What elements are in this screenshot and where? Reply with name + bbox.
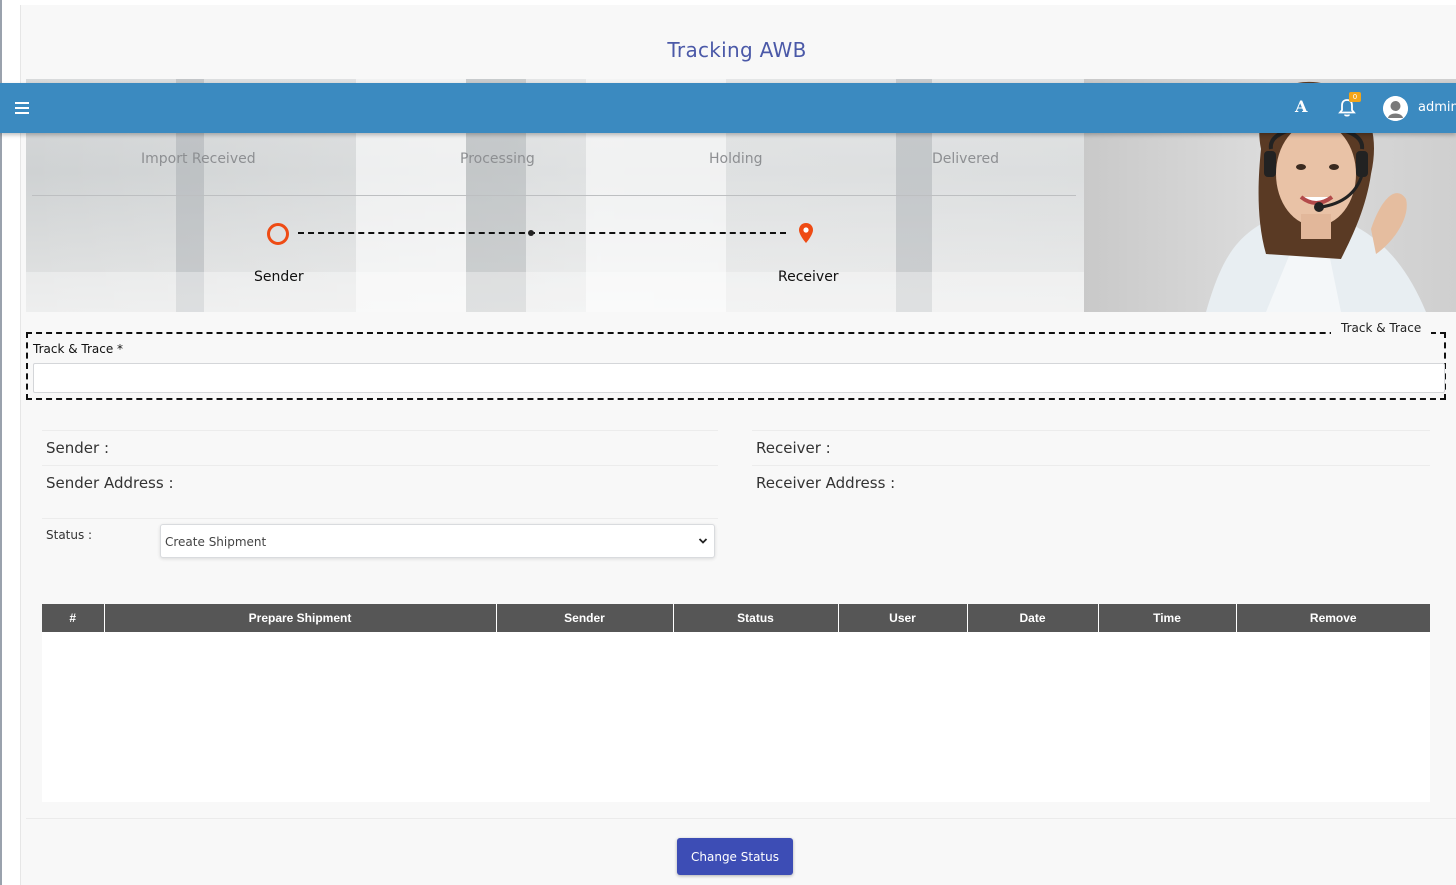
location-pin-icon xyxy=(799,223,813,243)
track-trace-input[interactable] xyxy=(33,363,1445,393)
receiver-label: Receiver xyxy=(778,269,839,285)
stage-import-received: Import Received xyxy=(141,151,256,167)
receiver-address-label: Receiver Address : xyxy=(756,474,896,492)
column-header-remove: Remove xyxy=(1236,604,1430,632)
top-navbar: A 0 admin xyxy=(0,83,1456,133)
receiver-field-label: Receiver : xyxy=(756,439,831,457)
footer-divider xyxy=(26,818,1456,819)
status-label: Status : xyxy=(46,528,93,542)
user-avatar-icon[interactable] xyxy=(1383,96,1408,121)
hamburger-menu-icon[interactable] xyxy=(15,101,29,115)
info-divider xyxy=(752,430,1430,431)
sender-label: Sender xyxy=(254,269,304,285)
route-progress-dot xyxy=(528,230,534,236)
column-header-index: # xyxy=(42,604,105,632)
info-divider xyxy=(42,518,718,519)
info-divider xyxy=(42,430,718,431)
font-size-icon[interactable]: A xyxy=(1295,97,1307,116)
column-header-date: Date xyxy=(967,604,1099,632)
column-header-user: User xyxy=(838,604,968,632)
status-selected-value: Create Shipment xyxy=(165,535,267,549)
stage-processing: Processing xyxy=(460,151,535,167)
chevron-down-icon xyxy=(698,538,708,544)
notification-count-badge: 0 xyxy=(1349,92,1361,102)
sender-marker-icon xyxy=(267,223,289,245)
shipment-history-table: # Prepare Shipment Sender Status User Da… xyxy=(42,604,1430,802)
page-title: Tracking AWB xyxy=(667,38,807,62)
column-header-time: Time xyxy=(1098,604,1237,632)
username-label[interactable]: admin xyxy=(1418,100,1456,115)
sender-address-label: Sender Address : xyxy=(46,474,174,492)
stage-delivered: Delivered xyxy=(932,151,1000,167)
track-trace-legend: Track & Trace xyxy=(1331,321,1432,335)
stage-divider xyxy=(32,195,1076,196)
column-header-sender: Sender xyxy=(496,604,674,632)
column-header-status: Status xyxy=(673,604,839,632)
column-header-prepare-shipment: Prepare Shipment xyxy=(104,604,497,632)
route-dashed-line xyxy=(298,232,786,234)
status-dropdown[interactable]: Create Shipment xyxy=(160,524,715,558)
info-divider xyxy=(752,465,1430,466)
stage-holding: Holding xyxy=(709,151,763,167)
track-trace-label: Track & Trace * xyxy=(33,342,124,356)
info-divider xyxy=(42,465,718,466)
table-header-row: # Prepare Shipment Sender Status User Da… xyxy=(42,604,1430,632)
sender-field-label: Sender : xyxy=(46,439,109,457)
change-status-button[interactable]: Change Status xyxy=(677,838,793,875)
